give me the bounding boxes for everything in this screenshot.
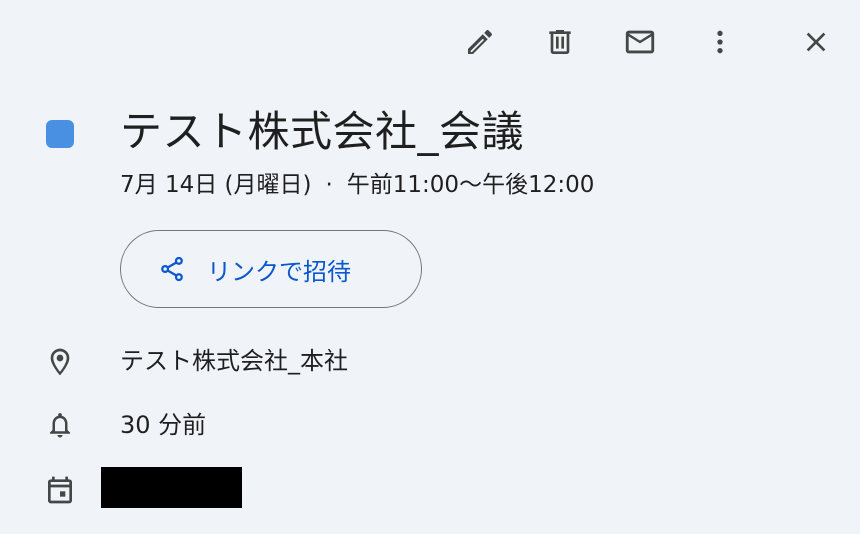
- event-time: 午前11:00～午後12:00: [346, 172, 595, 198]
- delete-button[interactable]: [538, 20, 582, 64]
- redacted-calendar-name: [101, 467, 242, 508]
- location-pin-icon: [40, 342, 80, 382]
- event-title: テスト株式会社_会議: [120, 107, 525, 156]
- event-datetime: 7月 14日 (月曜日) · 午前11:00～午後12:00: [120, 168, 594, 202]
- event-color-swatch: [46, 120, 74, 148]
- more-vert-icon: [717, 30, 723, 54]
- email-guests-button[interactable]: [618, 20, 662, 64]
- event-date: 7月 14日 (月曜日): [120, 172, 312, 198]
- close-icon: [806, 32, 826, 52]
- more-options-button[interactable]: [698, 20, 742, 64]
- event-detail-card: テスト株式会社_会議 7月 14日 (月曜日) · 午前11:00～午後12:00 …: [0, 0, 860, 534]
- edit-button[interactable]: [458, 20, 502, 64]
- invite-via-link-label: リンクで招待: [207, 257, 351, 286]
- calendar-icon: [40, 470, 80, 510]
- datetime-separator: ·: [325, 172, 333, 198]
- trash-icon: [549, 30, 571, 54]
- event-location: テスト株式会社_本社: [120, 347, 348, 375]
- share-icon: [157, 254, 187, 284]
- mail-icon: [625, 30, 655, 54]
- pencil-icon: [468, 29, 493, 54]
- close-button[interactable]: [794, 20, 838, 64]
- invite-via-link-button[interactable]: リンクで招待: [120, 230, 422, 308]
- event-reminder: 30 分前: [120, 411, 207, 439]
- bell-icon: [40, 405, 80, 445]
